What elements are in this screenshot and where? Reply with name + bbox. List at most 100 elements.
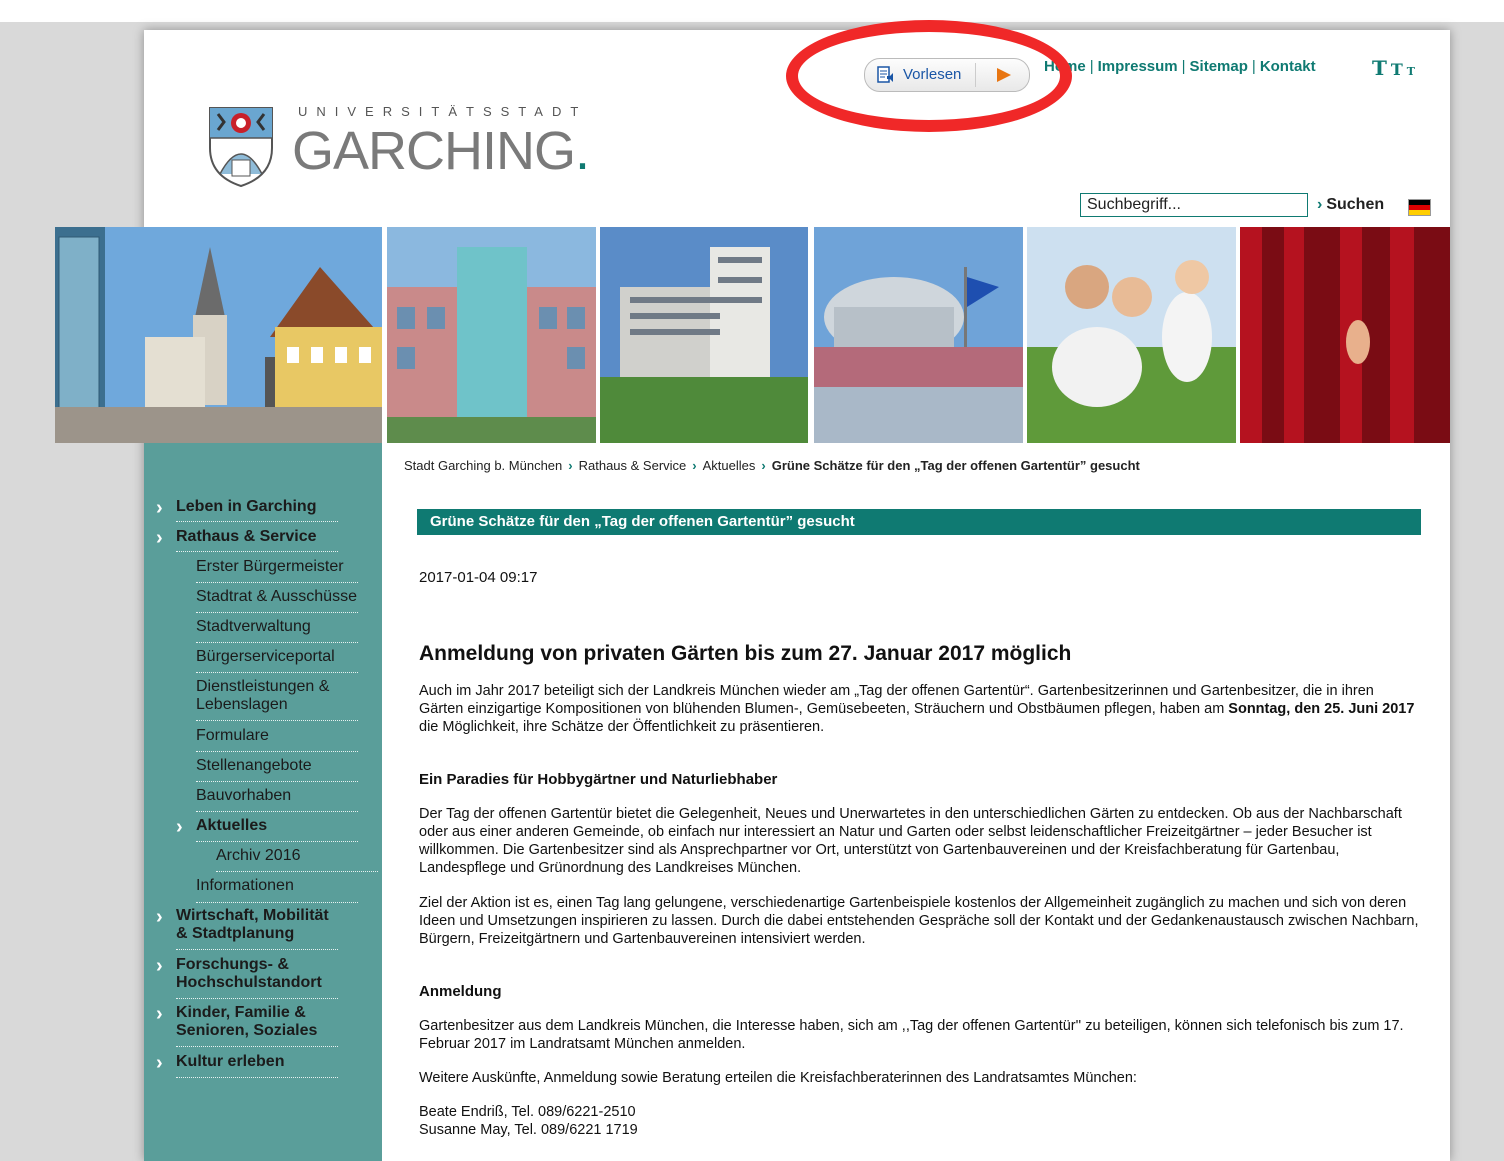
sidebar-item-label-line2: Lebenslagen — [196, 696, 288, 713]
article-paragraph-3: Ziel der Aktion ist es, einen Tag lang g… — [419, 895, 1419, 947]
sidebar-item-label: Rathaus & Service — [176, 528, 317, 545]
sidebar-divider — [176, 1077, 338, 1078]
logo-title-text: GARCHING — [292, 121, 576, 181]
search-button[interactable]: › Suchen — [1317, 196, 1384, 214]
logo-subtitle: UNIVERSITÄTSSTADT — [298, 104, 588, 119]
article-subheading-1: Ein Paradies für Hobbygärtner und Naturl… — [419, 771, 778, 788]
sidebar-item-label: Formulare — [196, 727, 269, 744]
sidebar-item-forschungs[interactable]: Forschungs- & Hochschulstandort — [176, 956, 322, 992]
breadcrumb-chevron-icon: › — [761, 458, 766, 473]
german-flag-icon[interactable] — [1408, 199, 1431, 216]
nav-home[interactable]: Home — [1044, 58, 1086, 75]
chevron-right-icon: › — [156, 1003, 163, 1025]
sidebar-divider — [196, 841, 358, 842]
article-paragraph-5: Weitere Auskünfte, Anmeldung sowie Berat… — [419, 1070, 1137, 1086]
sidebar-item-label: Kinder, Familie & — [176, 1004, 306, 1021]
sidebar-item-stellenangebote[interactable]: Stellenangebote — [196, 757, 312, 775]
font-size-large[interactable]: T — [1372, 56, 1387, 80]
sidebar-divider — [196, 902, 358, 903]
vorlesen-button[interactable]: Vorlesen — [864, 58, 1030, 92]
breadcrumb-aktuelles[interactable]: Aktuelles — [703, 458, 756, 473]
search-input[interactable] — [1080, 193, 1308, 217]
sidebar-item-label: Bürgerserviceportal — [196, 648, 335, 665]
breadcrumb-current: Grüne Schätze für den „Tag der offenen G… — [771, 458, 1140, 473]
nav-separator: | — [1089, 58, 1094, 75]
logo-dot: . — [575, 121, 590, 181]
nav-separator: | — [1251, 58, 1256, 75]
vorlesen-label: Vorlesen — [903, 66, 962, 83]
sidebar-item-formulare[interactable]: Formulare — [196, 727, 269, 745]
vorlesen-divider — [975, 63, 976, 87]
article-paragraph-2: Der Tag der offenen Gartentür bietet die… — [419, 806, 1402, 876]
read-aloud-icon — [877, 66, 893, 83]
nav-kontakt[interactable]: Kontakt — [1260, 58, 1316, 75]
sidebar-item-bauvorhaben[interactable]: Bauvorhaben — [196, 787, 291, 805]
sidebar-item-leben-in-garching[interactable]: Leben in Garching — [176, 498, 316, 516]
article-paragraph-4: Gartenbesitzer aus dem Landkreis München… — [419, 1018, 1404, 1052]
sidebar-item-label: Erster Bürgermeister — [196, 558, 344, 575]
sidebar-item-label-line2: Hochschulstandort — [176, 974, 322, 991]
article-date: 2017-01-04 09:17 — [419, 569, 538, 586]
sidebar-item-label: Leben in Garching — [176, 498, 317, 515]
play-icon[interactable] — [997, 68, 1011, 82]
font-size-medium[interactable]: T — [1391, 60, 1403, 79]
banner-image-curtain — [1240, 227, 1450, 443]
sidebar-item-archiv-2016[interactable]: Archiv 2016 — [216, 847, 301, 865]
sidebar-item-label: Dienstleistungen & — [196, 678, 330, 695]
sidebar-item-stadtverwaltung[interactable]: Stadtverwaltung — [196, 618, 311, 636]
sidebar-item-rathaus-service[interactable]: Rathaus & Service — [176, 528, 317, 546]
nav-impressum[interactable]: Impressum — [1098, 58, 1178, 75]
sidebar-item-aktuelles[interactable]: Aktuelles — [196, 817, 267, 835]
article-paragraph-1: Auch im Jahr 2017 beteiligt sich der Lan… — [419, 682, 1419, 736]
sidebar-divider — [196, 811, 358, 812]
font-size-small[interactable]: T — [1407, 65, 1415, 78]
sidebar-divider — [176, 551, 338, 552]
nav-sitemap[interactable]: Sitemap — [1190, 58, 1248, 75]
chevron-right-icon: › — [156, 906, 163, 928]
breadcrumb-chevron-icon: › — [692, 458, 697, 473]
banner-image-campus-festival — [814, 227, 1023, 443]
sidebar-item-dienstleistungen[interactable]: Dienstleistungen & Lebenslagen — [196, 678, 329, 714]
chevron-right-icon: › — [156, 527, 163, 549]
sidebar-divider — [196, 642, 358, 643]
coat-of-arms-icon — [209, 107, 273, 188]
sidebar-item-label: Bauvorhaben — [196, 787, 292, 804]
top-strip — [0, 0, 1504, 22]
sidebar-divider — [216, 871, 378, 872]
banner-image-rathaus — [387, 227, 596, 443]
sidebar-divider — [196, 672, 358, 673]
sidebar-divider — [196, 751, 358, 752]
sidebar-item-wirtschaft-mobilität[interactable]: Wirtschaft, Mobilität & Stadtplanung — [176, 907, 329, 943]
sidebar-item-kinder-familie[interactable]: Kinder, Familie & Senioren, Soziales — [176, 1004, 317, 1040]
sidebar-item-informationen[interactable]: Informationen — [196, 877, 294, 895]
contact-line-2: Susanne May, Tel. 089/6221 1719 — [419, 1122, 638, 1138]
sidebar-divider — [176, 521, 338, 522]
search-button-label: Suchen — [1326, 196, 1385, 213]
sidebar-item-label: Forschungs- & — [176, 956, 289, 973]
sidebar-item-erster-bürgermeister[interactable]: Erster Bürgermeister — [196, 558, 344, 576]
banner-image-office-buildings — [600, 227, 808, 443]
paragraph-text: die Möglichkeit, ihre Schätze der Öffent… — [419, 719, 825, 735]
breadcrumb: Stadt Garching b. München › Rathaus & Serv… — [404, 458, 1140, 473]
breadcrumb-rathaus[interactable]: Rathaus & Service — [579, 458, 687, 473]
banner-image-town-square — [55, 227, 382, 443]
sidebar-item-label: Stadtverwaltung — [196, 618, 311, 635]
article-subheading-2: Anmeldung — [419, 983, 502, 1000]
sidebar-divider — [176, 998, 338, 999]
breadcrumb-home[interactable]: Stadt Garching b. München — [404, 458, 562, 473]
chevron-right-icon: › — [156, 955, 163, 977]
sidebar-item-label: Aktuelles — [196, 817, 268, 834]
sidebar-item-label: Stadtrat & Ausschüsse — [196, 588, 357, 605]
chevron-right-icon: › — [176, 816, 183, 838]
article-title: Grüne Schätze für den „Tag der offenen G… — [430, 513, 855, 530]
contact-line-1: Beate Endriß, Tel. 089/6221-2510 — [419, 1104, 636, 1120]
sidebar-divider — [176, 1046, 338, 1047]
sidebar-item-kultur-erleben[interactable]: Kultur erleben — [176, 1053, 284, 1071]
sidebar-item-bürgerserviceportal[interactable]: Bürgerserviceportal — [196, 648, 335, 666]
banner-image-family — [1027, 227, 1236, 443]
sidebar-item-stadtrat-ausschüsse[interactable]: Stadtrat & Ausschüsse — [196, 588, 357, 606]
sidebar-item-label-line2: & Stadtplanung — [176, 925, 295, 942]
sidebar-divider — [176, 949, 338, 950]
site-logo[interactable]: UNIVERSITÄTSSTADT GARCHING. — [206, 104, 606, 194]
top-navigation: Home | Impressum | Sitemap | Kontakt — [1044, 58, 1316, 75]
